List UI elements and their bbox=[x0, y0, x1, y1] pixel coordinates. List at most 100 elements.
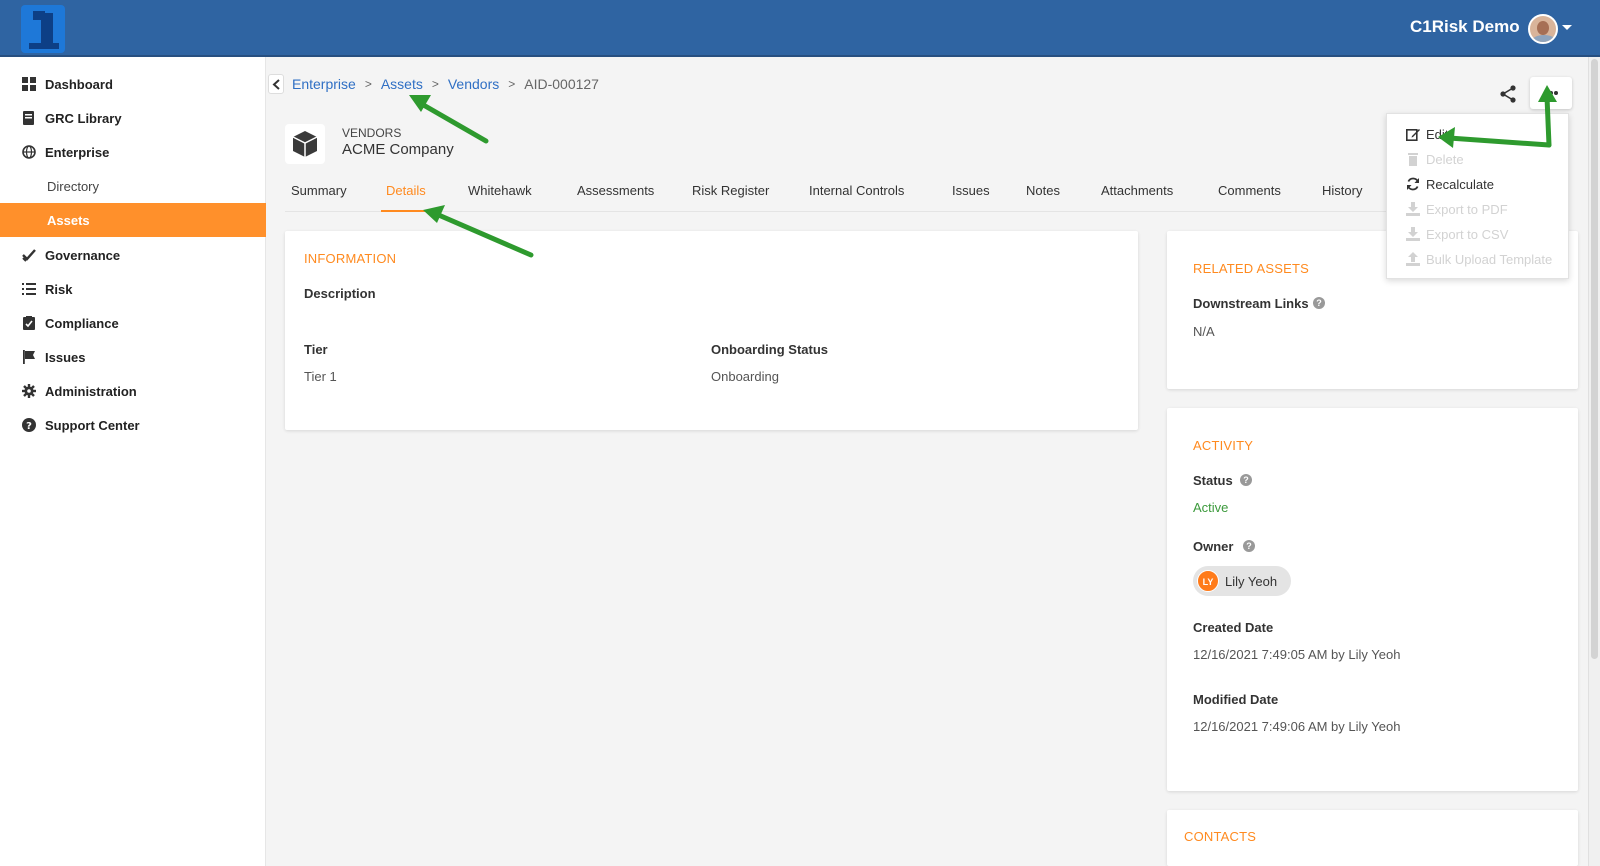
menu-item-label: Export to PDF bbox=[1426, 201, 1508, 217]
owner-chip[interactable]: LY Lily Yeoh bbox=[1193, 566, 1291, 596]
scrollbar[interactable] bbox=[1588, 57, 1600, 866]
tab-comments[interactable]: Comments bbox=[1218, 168, 1281, 212]
tab-summary[interactable]: Summary bbox=[291, 168, 347, 212]
menu-item-label: Export to CSV bbox=[1426, 226, 1509, 242]
globe-icon bbox=[22, 145, 36, 159]
clipboard-icon bbox=[22, 316, 36, 330]
tier-value: Tier 1 bbox=[304, 369, 337, 384]
more-icon bbox=[1554, 91, 1558, 95]
menu-item-label: Bulk Upload Template bbox=[1426, 251, 1553, 267]
scrollbar-thumb[interactable] bbox=[1591, 59, 1598, 659]
description-label: Description bbox=[304, 286, 376, 301]
list-icon bbox=[22, 282, 36, 296]
menu-item-label: Edit bbox=[1426, 126, 1449, 142]
menu-item-bulk-upload-template[interactable]: Bulk Upload Template bbox=[1406, 248, 1552, 270]
refresh-icon bbox=[1406, 177, 1420, 191]
contacts-section-title: CONTACTS bbox=[1184, 829, 1257, 844]
question-icon: ? bbox=[22, 418, 36, 432]
tab-whitehawk[interactable]: Whitehawk bbox=[468, 168, 532, 212]
tab-assessments[interactable]: Assessments bbox=[577, 168, 654, 212]
sidebar-item-label: Enterprise bbox=[45, 144, 110, 160]
sidebar-item-label: Risk bbox=[45, 281, 73, 297]
menu-item-label: Recalculate bbox=[1426, 176, 1494, 192]
sidebar-item-label: Dashboard bbox=[45, 76, 113, 92]
status-label: Status bbox=[1193, 473, 1233, 488]
sidebar-item-grc-library[interactable]: GRC Library bbox=[0, 101, 266, 135]
annotation-arrowhead bbox=[409, 95, 431, 112]
tab-notes[interactable]: Notes bbox=[1026, 168, 1060, 212]
back-button[interactable] bbox=[268, 74, 284, 94]
information-card bbox=[285, 231, 1138, 430]
menu-item-delete[interactable]: Delete bbox=[1406, 148, 1464, 170]
tab-internal-controls[interactable]: Internal Controls bbox=[809, 168, 904, 212]
gear-icon bbox=[22, 384, 36, 398]
owner-label: Owner bbox=[1193, 539, 1234, 554]
sidebar-item-label: GRC Library bbox=[45, 110, 122, 126]
app-logo[interactable] bbox=[21, 5, 65, 53]
tab-details[interactable]: Details bbox=[386, 168, 426, 212]
share-icon bbox=[1500, 85, 1516, 103]
sidebar-item-assets[interactable]: Assets bbox=[0, 203, 266, 237]
menu-item-recalculate[interactable]: Recalculate bbox=[1406, 173, 1494, 195]
tab-history[interactable]: History bbox=[1322, 168, 1362, 212]
breadcrumb-enterprise[interactable]: Enterprise bbox=[292, 76, 356, 92]
svg-text:?: ? bbox=[26, 421, 32, 432]
menu-item-export-csv[interactable]: Export to CSV bbox=[1406, 223, 1508, 245]
menu-item-label: Delete bbox=[1426, 151, 1464, 167]
annotation-arrow-assets bbox=[417, 100, 489, 144]
sidebar-item-governance[interactable]: Governance bbox=[0, 238, 266, 272]
tab-bar: Summary Details Whitehawk Assessments Ri… bbox=[285, 168, 1388, 212]
tab-attachments[interactable]: Attachments bbox=[1101, 168, 1173, 212]
modified-date-label: Modified Date bbox=[1193, 692, 1279, 707]
sidebar-item-label: Compliance bbox=[45, 315, 119, 331]
book-icon bbox=[22, 111, 36, 125]
top-bar: C1Risk Demo bbox=[0, 0, 1600, 57]
status-value: Active bbox=[1193, 500, 1229, 515]
breadcrumb-separator: > bbox=[508, 77, 516, 91]
avatar: LY bbox=[1197, 570, 1219, 592]
page-title: ACME Company bbox=[342, 141, 454, 158]
share-button[interactable] bbox=[1496, 82, 1520, 106]
user-avatar[interactable] bbox=[1528, 14, 1558, 44]
more-actions-button[interactable] bbox=[1530, 77, 1572, 109]
tab-risk-register[interactable]: Risk Register bbox=[692, 168, 769, 212]
breadcrumb: Enterprise > Assets > Vendors > AID-0001… bbox=[268, 74, 599, 94]
activity-section-title: ACTIVITY bbox=[1193, 438, 1254, 453]
active-tab-indicator bbox=[381, 210, 431, 212]
tab-issues[interactable]: Issues bbox=[952, 168, 990, 212]
chevron-down-icon[interactable] bbox=[1562, 25, 1572, 30]
sidebar: Dashboard GRC Library Enterprise Directo… bbox=[0, 57, 266, 866]
flag-icon bbox=[22, 350, 36, 364]
related-assets-section-title: RELATED ASSETS bbox=[1193, 261, 1309, 276]
actions-menu: Edit Delete Recalculate Export to PDF Ex… bbox=[1386, 113, 1569, 279]
information-section-title: INFORMATION bbox=[304, 251, 397, 266]
sidebar-item-dashboard[interactable]: Dashboard bbox=[0, 67, 266, 101]
user-name[interactable]: C1Risk Demo bbox=[1410, 17, 1520, 37]
sidebar-item-label: Administration bbox=[45, 383, 137, 399]
record-type: VENDORS bbox=[342, 126, 402, 140]
sidebar-item-compliance[interactable]: Compliance bbox=[0, 306, 266, 340]
download-icon bbox=[1406, 227, 1420, 241]
sidebar-item-issues[interactable]: Issues bbox=[0, 340, 266, 374]
breadcrumb-current: AID-000127 bbox=[524, 76, 599, 92]
more-icon bbox=[1549, 91, 1553, 95]
sidebar-item-label: Support Center bbox=[45, 417, 140, 433]
menu-item-export-pdf[interactable]: Export to PDF bbox=[1406, 198, 1508, 220]
breadcrumb-vendors[interactable]: Vendors bbox=[448, 76, 499, 92]
upload-icon bbox=[1406, 252, 1420, 266]
sidebar-item-directory[interactable]: Directory bbox=[0, 169, 266, 203]
sidebar-item-administration[interactable]: Administration bbox=[0, 374, 266, 408]
tier-label: Tier bbox=[304, 342, 328, 357]
help-icon[interactable]: ? bbox=[1313, 297, 1325, 309]
sidebar-item-risk[interactable]: Risk bbox=[0, 272, 266, 306]
menu-item-edit[interactable]: Edit bbox=[1406, 123, 1448, 145]
sidebar-item-enterprise[interactable]: Enterprise bbox=[0, 135, 266, 169]
downstream-links-value: N/A bbox=[1193, 324, 1215, 339]
breadcrumb-separator: > bbox=[364, 77, 372, 91]
breadcrumb-assets[interactable]: Assets bbox=[381, 76, 423, 92]
help-icon[interactable]: ? bbox=[1240, 474, 1252, 486]
check-icon bbox=[22, 248, 36, 262]
help-icon[interactable]: ? bbox=[1243, 540, 1255, 552]
sidebar-item-support-center[interactable]: ? Support Center bbox=[0, 408, 266, 442]
sidebar-item-label: Governance bbox=[45, 247, 121, 263]
